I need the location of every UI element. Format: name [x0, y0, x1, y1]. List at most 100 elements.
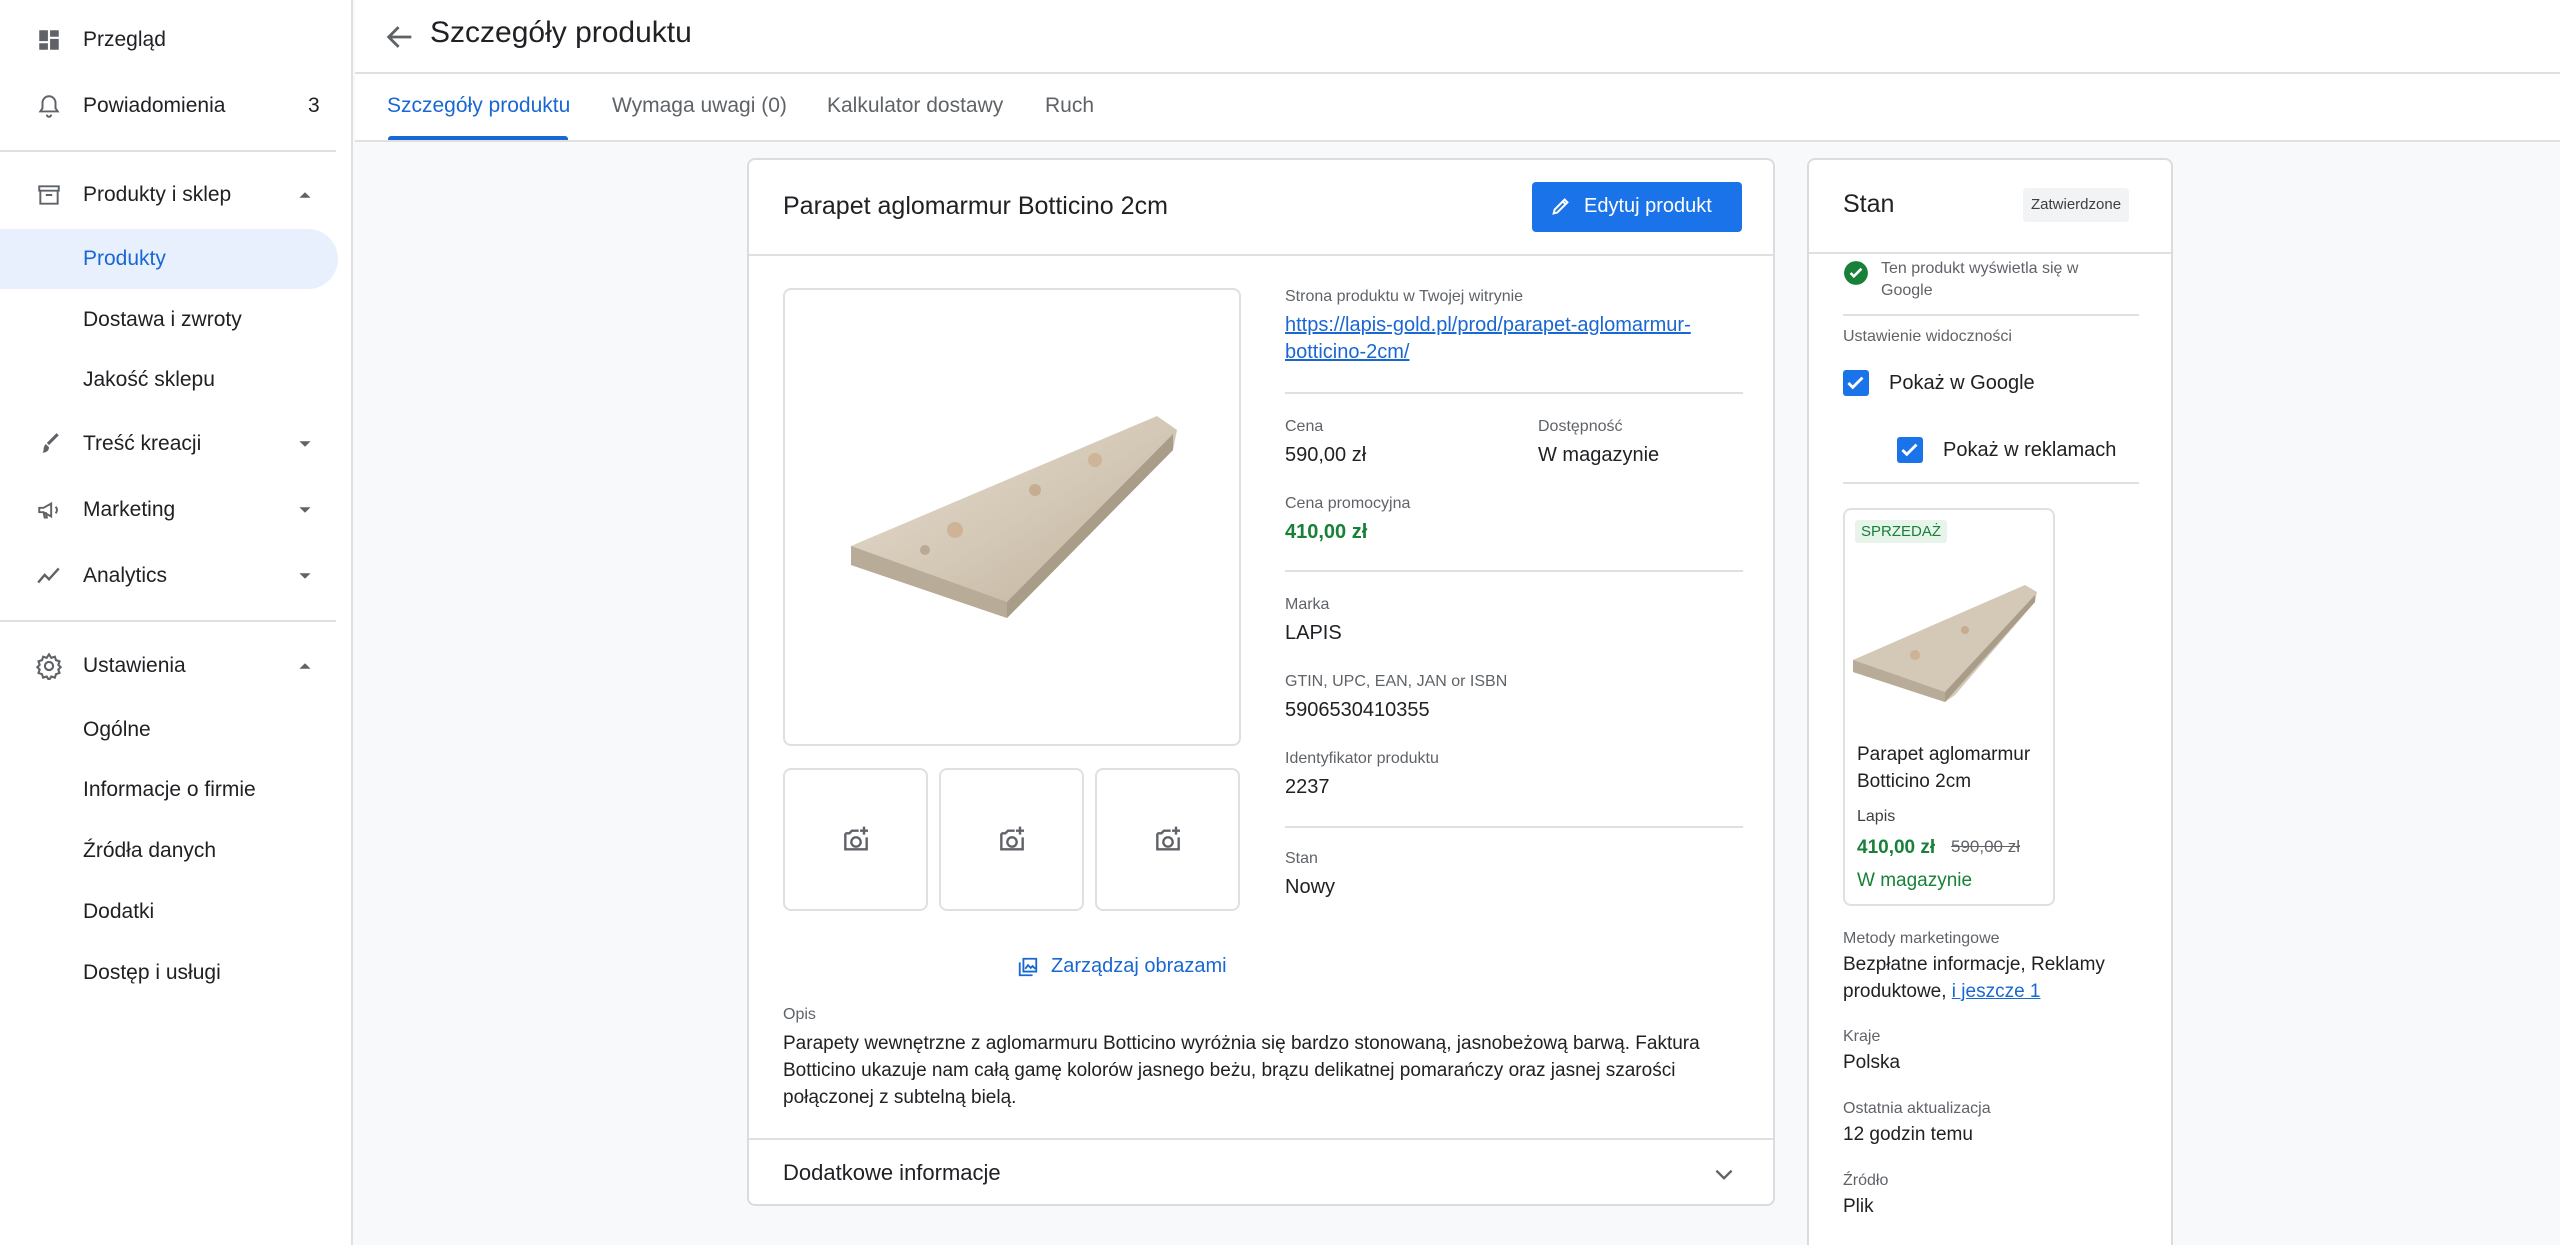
countries-value: Polska — [1843, 1052, 1901, 1073]
sidebar-item-label: Marketing — [83, 498, 176, 521]
divider — [0, 620, 336, 622]
last-updated-value: 12 godzin temu — [1843, 1124, 1973, 1145]
sidebar-item-ogolne[interactable]: Ogólne — [0, 700, 338, 760]
status-card: Stan Zatwierdzone Ten produkt wyświetla … — [1807, 158, 2173, 1245]
divider — [1285, 392, 1743, 394]
condition-label: Stan — [1285, 850, 1318, 867]
chevron-down-icon — [1715, 1169, 1733, 1180]
sidebar-item-jakosc[interactable]: Jakość sklepu — [0, 350, 338, 410]
sidebar-item-label: Produkty — [83, 247, 166, 270]
sidebar-item-dostep-i-uslugi[interactable]: Dostęp i usługi — [0, 943, 338, 1003]
preview-name: Parapet aglomarmur — [1857, 744, 2031, 765]
divider — [1809, 252, 2171, 254]
price-value: 590,00 zł — [1285, 444, 1367, 466]
product-id-value: 2237 — [1285, 776, 1330, 798]
visibility-label: Ustawienie widoczności — [1843, 328, 2012, 345]
brand-label: Marka — [1285, 596, 1330, 613]
store-icon — [34, 180, 64, 210]
sidebar-item-label: Dostawa i zwroty — [83, 308, 242, 331]
notification-count: 3 — [308, 94, 320, 117]
sidebar-item-analytics[interactable]: Analytics — [0, 546, 338, 606]
sidebar-item-label: Ogólne — [83, 718, 151, 741]
tab-wymaga-uwagi[interactable]: Wymaga uwagi (0) — [612, 94, 787, 118]
sidebar-item-zrodla-danych[interactable]: Źródła danych — [0, 821, 338, 881]
sidebar-item-label: Dostęp i usługi — [83, 961, 221, 984]
tab-kalkulator[interactable]: Kalkulator dostawy — [827, 94, 1003, 118]
preview-brand: Lapis — [1857, 808, 1896, 825]
tab-szczegoly[interactable]: Szczegóły produktu — [387, 94, 570, 118]
manage-images-label: Zarządzaj obrazami — [1051, 955, 1227, 977]
show-google-checkbox[interactable] — [1843, 370, 1869, 396]
caret-down-icon — [299, 573, 311, 579]
product-title: Parapet aglomarmur Botticino 2cm — [783, 192, 1168, 220]
product-page-link-cont[interactable]: botticino-2cm/ — [1285, 341, 1410, 364]
divider — [1843, 482, 2139, 484]
more-methods-link[interactable]: i jeszcze 1 — [1952, 981, 2041, 1002]
caret-up-icon — [299, 663, 311, 669]
caret-down-icon — [299, 507, 311, 513]
manage-images-link[interactable]: Zarządzaj obrazami — [1017, 955, 1227, 978]
preview-image — [1853, 585, 2037, 702]
product-page-link[interactable]: https://lapis-gold.pl/prod/parapet-aglom… — [1285, 314, 1691, 337]
sidebar-item-label: Źródła danych — [83, 839, 217, 862]
edit-product-button[interactable]: Edytuj produkt — [1532, 182, 1742, 232]
product-image-slab — [851, 416, 1177, 618]
description-label: Opis — [783, 1006, 816, 1023]
sidebar-item-label: Powiadomienia — [83, 94, 226, 117]
megaphone-icon — [34, 495, 64, 525]
availability-label: Dostępność — [1538, 418, 1623, 435]
additional-info-label: Dodatkowe informacje — [783, 1160, 1001, 1185]
additional-info-expander[interactable]: Dodatkowe informacje — [749, 1138, 1773, 1206]
back-arrow-icon[interactable] — [383, 20, 417, 54]
add-photo-icon — [843, 826, 868, 851]
page-label: Strona produktu w Twojej witrynie — [1285, 288, 1524, 305]
tab-bar: Szczegóły produktu Wymaga uwagi (0) Kalk… — [355, 74, 2560, 142]
sidebar-item-label: Treść kreacji — [83, 432, 202, 455]
preview-sale-price: 410,00 zł — [1857, 837, 1936, 858]
ad-preview: SPRZEDAŻ Parapet aglomarmur Botticino 2c… — [1843, 508, 2055, 906]
pencil-icon — [1552, 198, 1569, 215]
gtin-value: 5906530410355 — [1285, 699, 1430, 721]
sidebar-item-dostawa[interactable]: Dostawa i zwroty — [0, 290, 338, 350]
product-card-header: Parapet aglomarmur Botticino 2cm Edytuj … — [749, 160, 1773, 256]
sale-price-value: 410,00 zł — [1285, 521, 1368, 543]
preview-stock: W magazynie — [1857, 870, 1973, 891]
sidebar-item-label: Jakość sklepu — [83, 368, 215, 391]
sidebar-item-produkty[interactable]: Produkty — [0, 229, 338, 289]
brush-icon — [34, 429, 64, 459]
add-image-slot[interactable] — [783, 768, 928, 911]
sidebar-item-przeglad[interactable]: Przegląd — [0, 10, 338, 70]
marketing-methods-value-cont: produktowe, i jeszcze 1 — [1843, 981, 2041, 1003]
status-title: Stan — [1843, 190, 1895, 218]
product-card: Parapet aglomarmur Botticino 2cm Edytuj … — [747, 158, 1775, 1206]
checkmark-icon — [1901, 443, 1918, 457]
sidebar-item-marketing[interactable]: Marketing — [0, 480, 338, 540]
product-id-label: Identyfikator produktu — [1285, 750, 1439, 767]
trend-icon — [34, 561, 64, 591]
page-title: Szczegóły produktu — [430, 16, 692, 49]
images-icon — [1018, 957, 1038, 976]
sidebar-item-ustawienia[interactable]: Ustawienia — [0, 636, 338, 696]
show-ads-label: Pokaż w reklamach — [1943, 439, 2117, 461]
sidebar-item-powiadomienia[interactable]: Powiadomienia 3 — [0, 76, 338, 136]
product-image[interactable] — [783, 288, 1241, 746]
condition-value: Nowy — [1285, 876, 1336, 898]
show-ads-checkbox[interactable] — [1897, 437, 1923, 463]
sidebar-item-dodatki[interactable]: Dodatki — [0, 882, 338, 942]
divider — [1843, 314, 2139, 316]
top-bar: Szczegóły produktu — [355, 0, 2560, 74]
marketing-methods-text: produktowe, — [1843, 981, 1952, 1002]
add-image-slot[interactable] — [939, 768, 1084, 911]
sidebar-item-produkty-i-sklep[interactable]: Produkty i sklep — [0, 165, 338, 225]
last-updated-label: Ostatnia aktualizacja — [1843, 1100, 1991, 1117]
caret-up-icon — [299, 192, 311, 198]
sidebar-item-tresc-kreacji[interactable]: Treść kreacji — [0, 414, 338, 474]
active-tab-indicator — [388, 136, 568, 140]
divider — [0, 150, 336, 152]
marketing-methods-value: Bezpłatne informacje, Reklamy — [1843, 954, 2105, 975]
add-image-slot[interactable] — [1095, 768, 1240, 911]
sidebar-item-informacje-o-firmie[interactable]: Informacje o firmie — [0, 760, 338, 820]
tab-ruch[interactable]: Ruch — [1045, 94, 1094, 118]
edit-product-label: Edytuj produkt — [1584, 195, 1712, 217]
sidebar: Przegląd Powiadomienia 3 Produkty i skle… — [0, 0, 353, 1245]
